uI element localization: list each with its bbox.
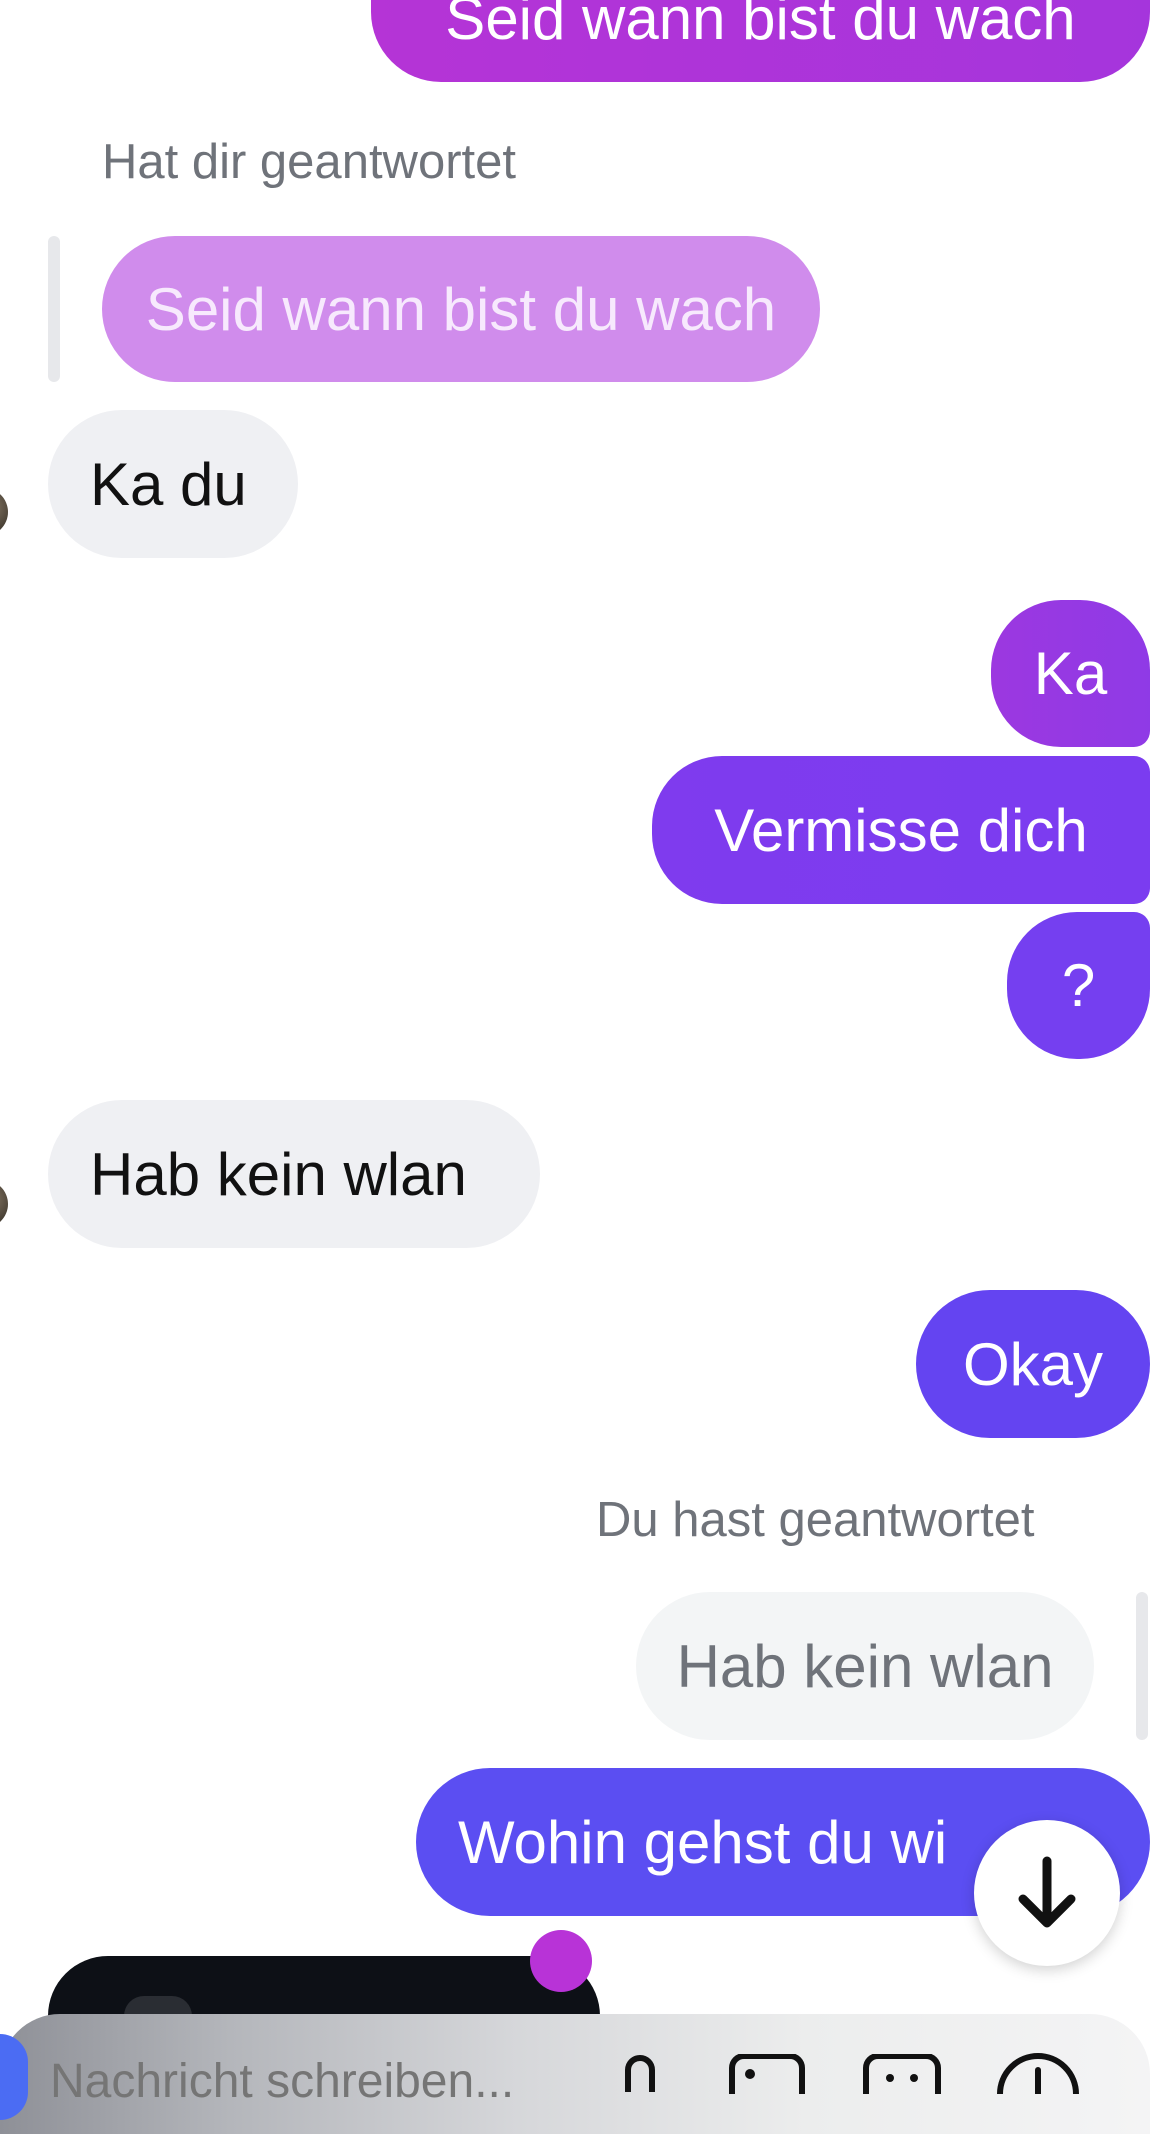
plus-icon[interactable] [996,2052,1080,2094]
received-message-bubble[interactable]: Hab kein wlan [48,1100,540,1248]
contact-avatar[interactable] [0,488,8,536]
sent-message-bubble[interactable]: Ka [991,600,1150,747]
arrow-down-icon [1018,1856,1076,1928]
sent-message-bubble[interactable]: Vermisse dich [652,756,1150,904]
sent-message-bubble[interactable]: ? [1007,912,1150,1059]
sticker-icon[interactable] [862,2054,942,2094]
message-text: Seid wann bist du wach [445,0,1076,52]
message-input[interactable] [48,2050,552,2112]
sent-message-bubble[interactable]: Okay [916,1290,1150,1438]
scroll-to-bottom-button[interactable] [974,1820,1120,1966]
reply-quote-bar [48,236,60,382]
contact-avatar[interactable] [0,1180,8,1228]
quoted-message-text: Seid wann bist du wach [145,275,777,343]
camera-button[interactable] [0,2034,28,2120]
reply-quote-bar [1136,1592,1148,1740]
message-text: Ka [1033,640,1108,707]
received-message-bubble[interactable]: Ka du [48,410,298,558]
quoted-message-bubble[interactable]: Hab kein wlan [636,1592,1094,1740]
microphone-icon[interactable] [612,2052,668,2092]
notification-dot [530,1930,592,1992]
quoted-message-bubble[interactable]: Seid wann bist du wach [102,236,820,382]
message-composer[interactable] [0,2014,1150,2134]
message-text: Vermisse dich [714,796,1088,864]
image-icon[interactable] [728,2054,806,2094]
quoted-message-text: Hab kein wlan [676,1632,1054,1700]
message-text: Ka du [90,450,247,518]
reply-indicator-label: Du hast geantwortet [596,1493,1035,1547]
message-text: Wohin gehst du wi [458,1808,948,1876]
message-text: Okay [962,1330,1104,1398]
sent-message-bubble[interactable]: Seid wann bist du wach [371,0,1150,82]
reply-indicator-label: Hat dir geantwortet [102,135,516,189]
message-text: ? [1061,952,1096,1019]
message-text: Hab kein wlan [90,1140,467,1208]
